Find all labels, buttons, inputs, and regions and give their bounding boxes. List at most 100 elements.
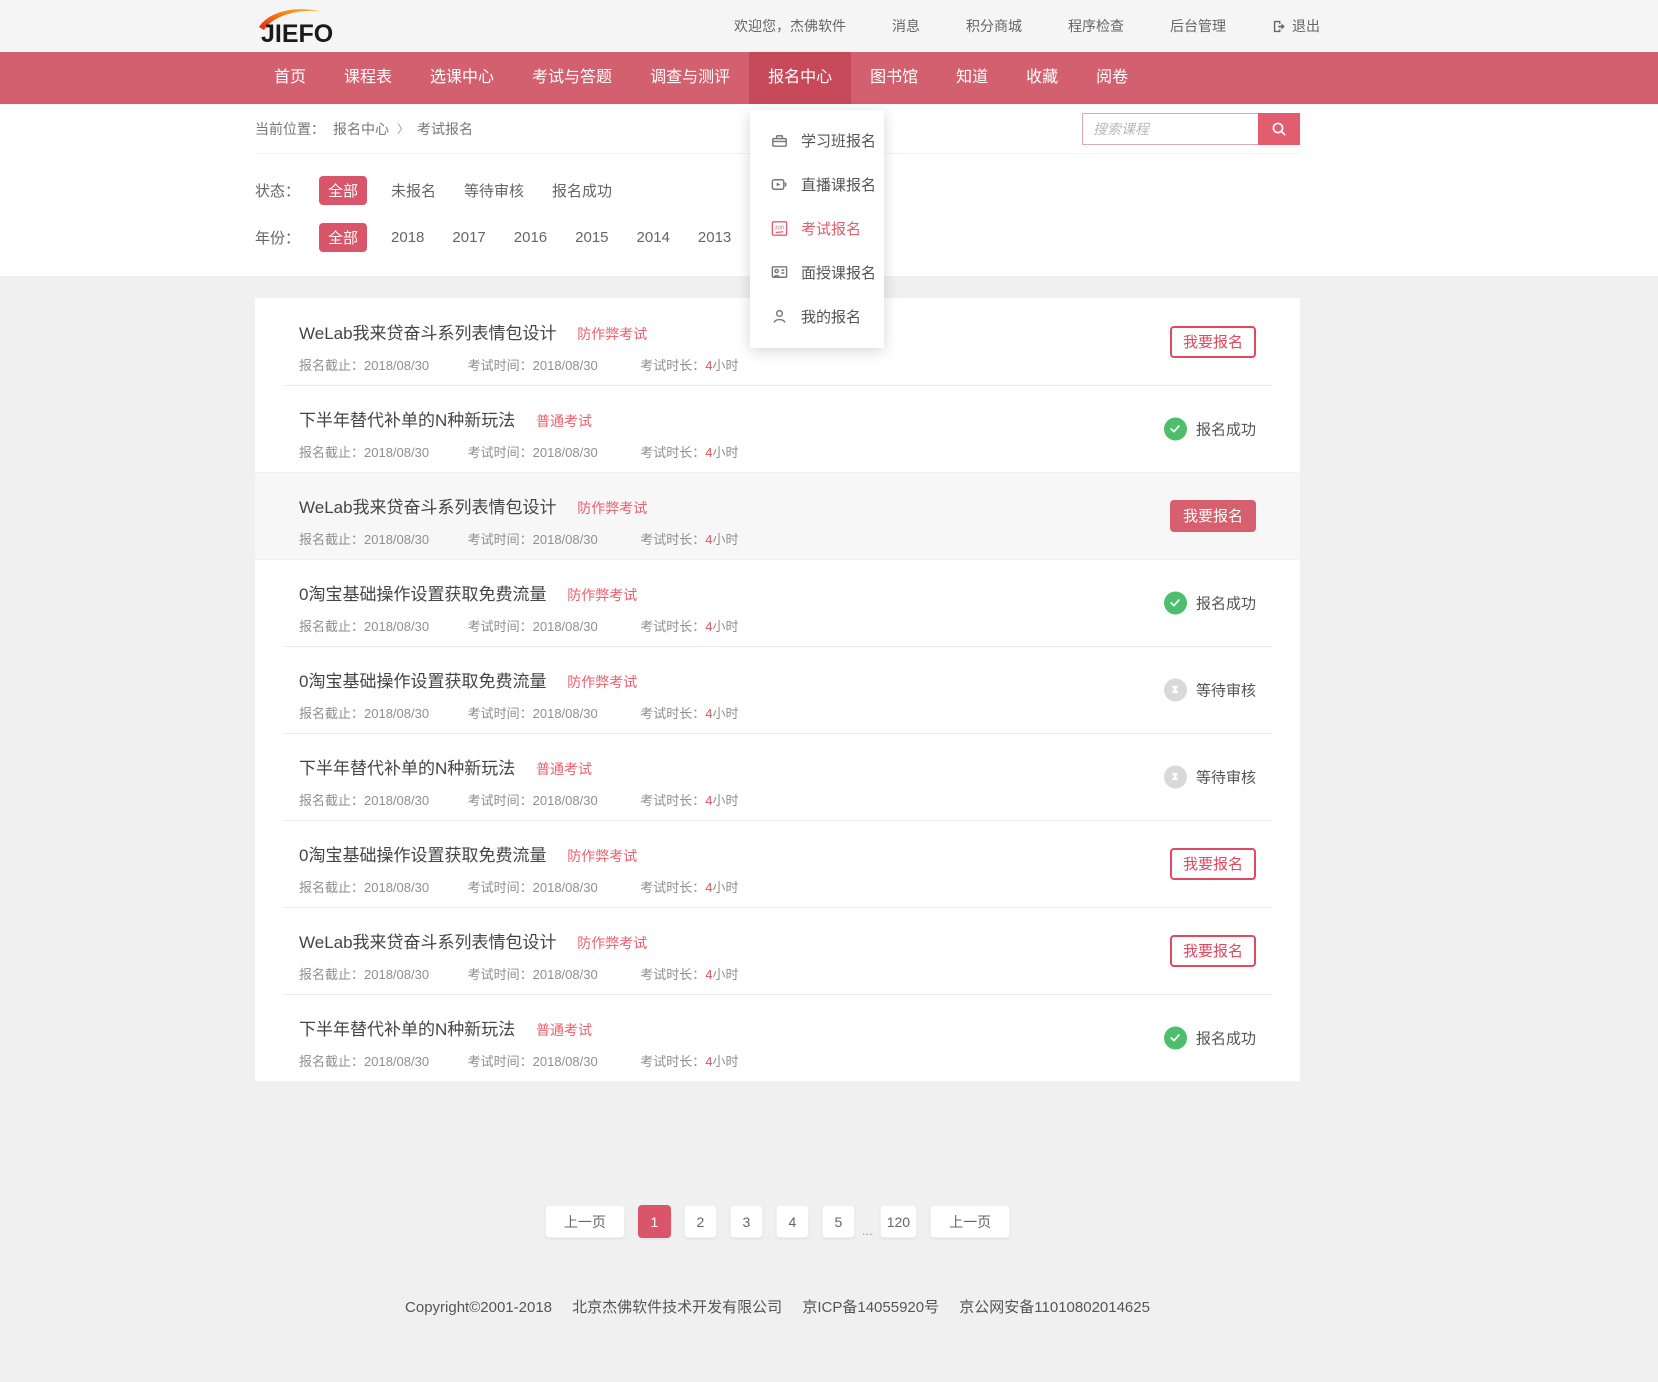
nav-item-marking[interactable]: 阅卷 [1077,52,1147,104]
nav-item-survey[interactable]: 调查与测评 [631,52,749,104]
exam-title[interactable]: 0淘宝基础操作设置获取免费流量 [299,672,546,691]
duration-suffix: 小时 [713,358,739,373]
prev-page-button[interactable]: 上一页 [545,1205,625,1238]
nav-item-home[interactable]: 首页 [255,52,325,104]
next-page-button[interactable]: 上一页 [930,1205,1010,1238]
breadcrumb: 当前位置： 报名中心 〉 考试报名 [255,119,473,139]
exam-title[interactable]: 下半年替代补单的N种新玩法 [299,1020,515,1039]
exam-type-tag: 普通考试 [536,413,592,429]
footer-police-record: 京公网安备11010802014625 [959,1299,1150,1316]
nav-item-library[interactable]: 图书馆 [851,52,937,104]
search-box [1082,113,1300,145]
status-success: 报名成功 [1164,1026,1256,1049]
nav-item-registration-center[interactable]: 报名中心 [749,52,851,104]
duration-value: 4 [705,358,712,373]
breadcrumb-exam-registration[interactable]: 考试报名 [417,119,473,139]
duration-value: 4 [705,532,712,547]
dropdown-item-exam-registration[interactable]: 100 考试报名 [750,206,884,250]
apply-button[interactable]: 我要报名 [1170,848,1256,880]
page-button-1[interactable]: 1 [638,1205,671,1238]
year-filter-2014[interactable]: 2014 [637,229,670,246]
logo[interactable]: JIEFO [255,5,367,47]
dropdown-item-offline-course-registration[interactable]: 面授课报名 [750,250,884,294]
exam-row: 下半年替代补单的N种新玩法 普通考试 报名截止：2018/08/30 考试时间：… [255,994,1300,1081]
dropdown-item-live-course-registration[interactable]: 直播课报名 [750,162,884,206]
top-link-program-check[interactable]: 程序检查 [1068,16,1124,36]
dropdown-item-label: 我的报名 [801,306,861,327]
exam-row: 下半年替代补单的N种新玩法 普通考试 报名截止：2018/08/30 考试时间：… [255,385,1300,472]
status-filter-all[interactable]: 全部 [319,176,367,205]
exam-time-value: 2018/08/30 [533,880,598,895]
offline-icon [770,263,789,282]
duration-value: 4 [705,619,712,634]
welcome-text: 欢迎您，杰佛软件 [734,16,846,36]
logout-button[interactable]: 退出 [1272,16,1320,36]
exam-time-label: 考试时间： [468,880,533,895]
nav-item-timetable[interactable]: 课程表 [325,52,411,104]
exam-time-value: 2018/08/30 [533,619,598,634]
year-filter-2013[interactable]: 2013 [698,229,731,246]
deadline-value: 2018/08/30 [364,619,429,634]
class-icon [770,131,789,150]
exam-title[interactable]: WeLab我来贷奋斗系列表情包设计 [299,498,557,517]
page-button-2[interactable]: 2 [684,1205,717,1238]
apply-button[interactable]: 我要报名 [1170,935,1256,967]
status-success: 报名成功 [1164,417,1256,440]
search-input[interactable] [1082,113,1258,145]
search-button[interactable] [1258,113,1300,145]
exam-title[interactable]: 下半年替代补单的N种新玩法 [299,759,515,778]
page-button-4[interactable]: 4 [776,1205,809,1238]
logout-icon [1272,19,1287,34]
status-filter-waiting[interactable]: 等待审核 [464,180,524,201]
year-filter-2016[interactable]: 2016 [514,229,547,246]
nav-item-favorites[interactable]: 收藏 [1007,52,1077,104]
exam-title[interactable]: 0淘宝基础操作设置获取免费流量 [299,846,546,865]
dropdown-item-my-registrations[interactable]: 我的报名 [750,294,884,338]
nav-item-course-center[interactable]: 选课中心 [411,52,513,104]
exam-time-label: 考试时间： [468,793,533,808]
top-link-messages[interactable]: 消息 [892,16,920,36]
deadline-value: 2018/08/30 [364,532,429,547]
nav-item-exam-answer[interactable]: 考试与答题 [513,52,631,104]
page-button-5[interactable]: 5 [822,1205,855,1238]
exam-time-label: 考试时间： [468,358,533,373]
exam-type-tag: 普通考试 [536,1022,592,1038]
footer-icp: 京ICP备14055920号 [802,1299,939,1316]
deadline-value: 2018/08/30 [364,706,429,721]
exam-title[interactable]: 0淘宝基础操作设置获取免费流量 [299,585,546,604]
duration-suffix: 小时 [713,445,739,460]
main-nav: 首页 课程表 选课中心 考试与答题 调查与测评 报名中心 图书馆 知道 收藏 阅… [0,52,1658,104]
dropdown-item-class-registration[interactable]: 学习班报名 [750,118,884,162]
apply-button[interactable]: 我要报名 [1170,326,1256,358]
status-filter-not-registered[interactable]: 未报名 [391,180,436,201]
page-button-120[interactable]: 120 [880,1205,917,1238]
duration-label: 考试时长： [640,445,705,460]
nav-item-know[interactable]: 知道 [937,52,1007,104]
page-button-3[interactable]: 3 [730,1205,763,1238]
year-filter-2015[interactable]: 2015 [575,229,608,246]
exam-title[interactable]: 下半年替代补单的N种新玩法 [299,411,515,430]
deadline-label: 报名截止： [299,967,364,982]
exam-type-tag: 防作弊考试 [577,326,647,342]
dropdown-item-label: 学习班报名 [801,130,876,151]
breadcrumb-registration-center[interactable]: 报名中心 [333,119,389,139]
year-filter-2017[interactable]: 2017 [452,229,485,246]
year-filter-2018[interactable]: 2018 [391,229,424,246]
deadline-value: 2018/08/30 [364,793,429,808]
exam-title[interactable]: WeLab我来贷奋斗系列表情包设计 [299,933,557,952]
year-filter-all[interactable]: 全部 [319,223,367,252]
top-link-admin[interactable]: 后台管理 [1170,16,1226,36]
exam-row: 下半年替代补单的N种新玩法 普通考试 报名截止：2018/08/30 考试时间：… [255,733,1300,820]
dropdown-item-label: 考试报名 [801,218,861,239]
exam-title[interactable]: WeLab我来贷奋斗系列表情包设计 [299,324,557,343]
deadline-label: 报名截止： [299,706,364,721]
apply-button[interactable]: 我要报名 [1170,500,1256,532]
exam-time-value: 2018/08/30 [533,532,598,547]
top-link-points-mall[interactable]: 积分商城 [966,16,1022,36]
deadline-value: 2018/08/30 [364,1054,429,1069]
exam-time-label: 考试时间： [468,706,533,721]
exam-row: WeLab我来贷奋斗系列表情包设计 防作弊考试 报名截止：2018/08/30 … [255,907,1300,994]
status-label: 报名成功 [1196,592,1256,613]
status-filter-success[interactable]: 报名成功 [552,180,612,201]
exam-type-tag: 防作弊考试 [567,848,637,864]
